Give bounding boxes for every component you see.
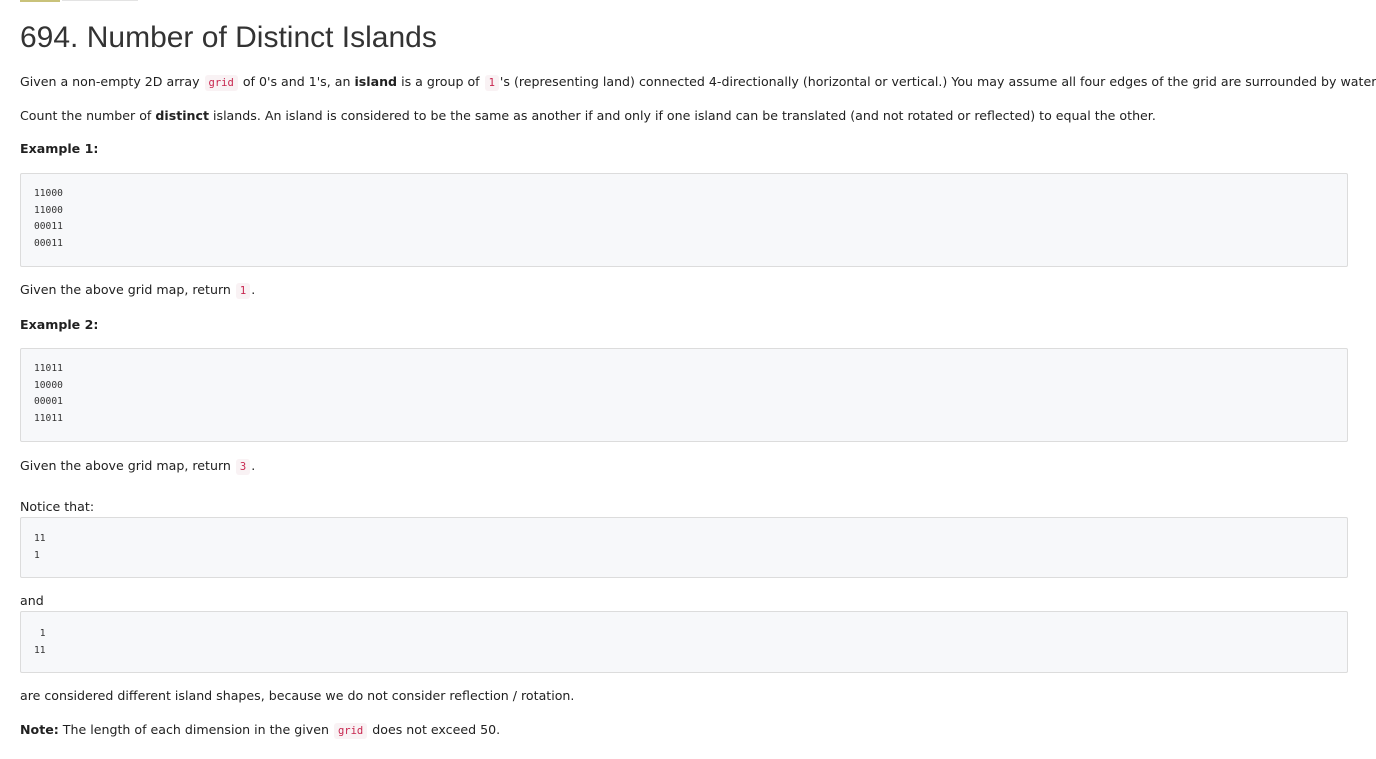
notice-explanation: are considered different island shapes, …	[20, 688, 575, 703]
inline-code: 1	[484, 75, 499, 91]
example-2-result: Given the above grid map, return 3.	[20, 456, 255, 477]
bold-term: distinct	[155, 108, 209, 123]
top-strip-decoration	[20, 0, 138, 2]
inline-code: grid	[204, 75, 238, 91]
text: Given a non-empty 2D array	[20, 74, 204, 89]
text: .	[251, 282, 256, 297]
notice-shape-1: 11 1	[20, 517, 1348, 578]
inline-code: grid	[333, 723, 368, 739]
text: is a group of	[397, 74, 484, 89]
text: Given the above grid map, return	[20, 282, 235, 297]
description-paragraph-1: Given a non-empty 2D array grid of 0's a…	[20, 72, 1376, 93]
text: .	[251, 458, 256, 473]
inline-code: 1	[235, 283, 251, 299]
text: islands. An island is considered to be t…	[209, 108, 1156, 123]
description-paragraph-2: Count the number of distinct islands. An…	[20, 106, 1156, 126]
bold-term: island	[354, 74, 398, 89]
note-paragraph: Note: The length of each dimension in th…	[20, 720, 500, 741]
text: of 0's and 1's, an	[238, 74, 355, 89]
text: Count the number of	[20, 108, 156, 123]
text: 's (representing land) connected 4-direc…	[499, 74, 1376, 89]
example-2-heading: Example 2:	[20, 317, 99, 332]
note-label: Note:	[20, 722, 59, 737]
problem-title: 694. Number of Distinct Islands	[20, 21, 437, 54]
example-1-grid: 11000 11000 00011 00011	[20, 173, 1348, 267]
notice-shape-2: 1 11	[20, 611, 1348, 673]
notice-connector: and	[20, 593, 44, 608]
top-strip-segment	[20, 0, 60, 2]
top-strip-segment	[62, 0, 138, 1]
inline-code: 3	[235, 459, 251, 475]
example-1-result: Given the above grid map, return 1.	[20, 280, 255, 301]
text: The length of each dimension in the give…	[58, 722, 333, 737]
text: Given the above grid map, return	[20, 458, 235, 473]
example-1-heading: Example 1:	[20, 141, 99, 156]
notice-label: Notice that:	[20, 499, 95, 514]
text: does not exceed 50.	[368, 722, 501, 737]
example-2-grid: 11011 10000 00001 11011	[20, 348, 1348, 442]
